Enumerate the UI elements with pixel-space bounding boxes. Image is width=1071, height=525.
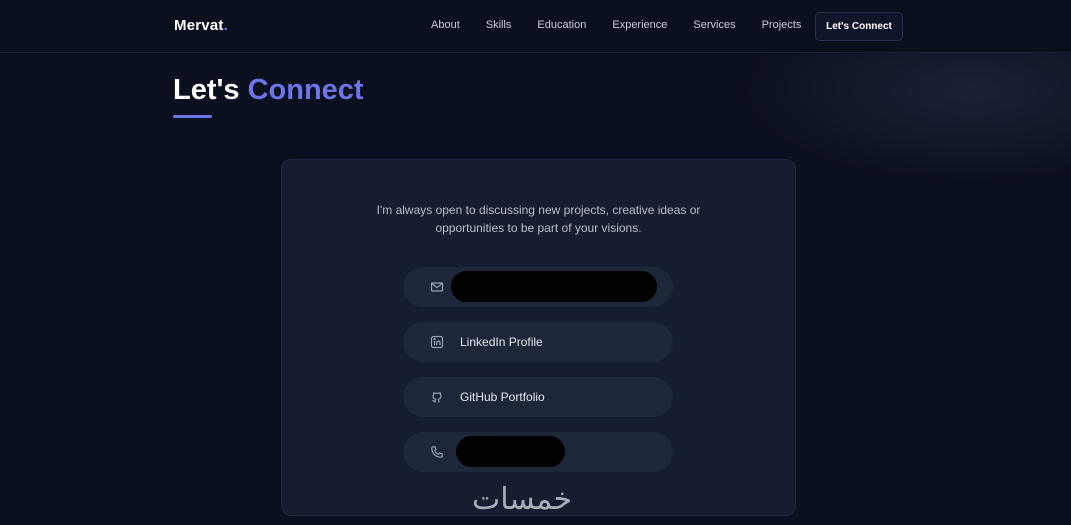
nav-link-services[interactable]: Services bbox=[693, 19, 735, 31]
contact-linkedin-item[interactable]: LinkedIn Profile bbox=[403, 322, 673, 362]
contact-phone-item[interactable] bbox=[403, 432, 673, 472]
page-title-part1: Let's bbox=[173, 74, 248, 106]
redacted-phone bbox=[456, 436, 565, 467]
watermark-logo: خمسات bbox=[472, 482, 573, 516]
intro-line-2: opportunities to be part of your visions… bbox=[435, 221, 642, 235]
nav-link-skills[interactable]: Skills bbox=[486, 19, 512, 31]
contact-intro: I'm always open to discussing new projec… bbox=[282, 201, 795, 237]
nav-link-projects[interactable]: Projects bbox=[762, 19, 802, 31]
github-icon bbox=[430, 390, 444, 404]
mail-icon bbox=[430, 280, 444, 294]
phone-icon bbox=[430, 445, 444, 459]
page-title: Let's Connect bbox=[173, 74, 364, 107]
contact-github-item[interactable]: GitHub Portfolio bbox=[403, 377, 673, 417]
brand-name: Mervat bbox=[174, 17, 224, 34]
title-underline bbox=[173, 115, 212, 118]
nav-link-experience[interactable]: Experience bbox=[612, 19, 667, 31]
page-title-accent: Connect bbox=[247, 74, 364, 106]
nav-link-about[interactable]: About bbox=[431, 19, 460, 31]
intro-line-1: I'm always open to discussing new projec… bbox=[376, 203, 701, 217]
linkedin-icon bbox=[430, 335, 444, 349]
nav-link-education[interactable]: Education bbox=[537, 19, 586, 31]
nav-links: About Skills Education Experience Servic… bbox=[431, 19, 827, 31]
lets-connect-button[interactable]: Let's Connect bbox=[815, 12, 903, 41]
contact-github-label: GitHub Portfolio bbox=[460, 390, 545, 404]
contact-linkedin-label: LinkedIn Profile bbox=[460, 335, 543, 349]
brand-dot: . bbox=[223, 17, 228, 34]
contact-card: I'm always open to discussing new projec… bbox=[281, 159, 796, 516]
contact-email-item[interactable] bbox=[403, 267, 673, 307]
redacted-email bbox=[451, 271, 657, 302]
brand-logo[interactable]: Mervat. bbox=[174, 17, 228, 34]
top-navigation: Mervat. About Skills Education Experienc… bbox=[0, 0, 1071, 53]
